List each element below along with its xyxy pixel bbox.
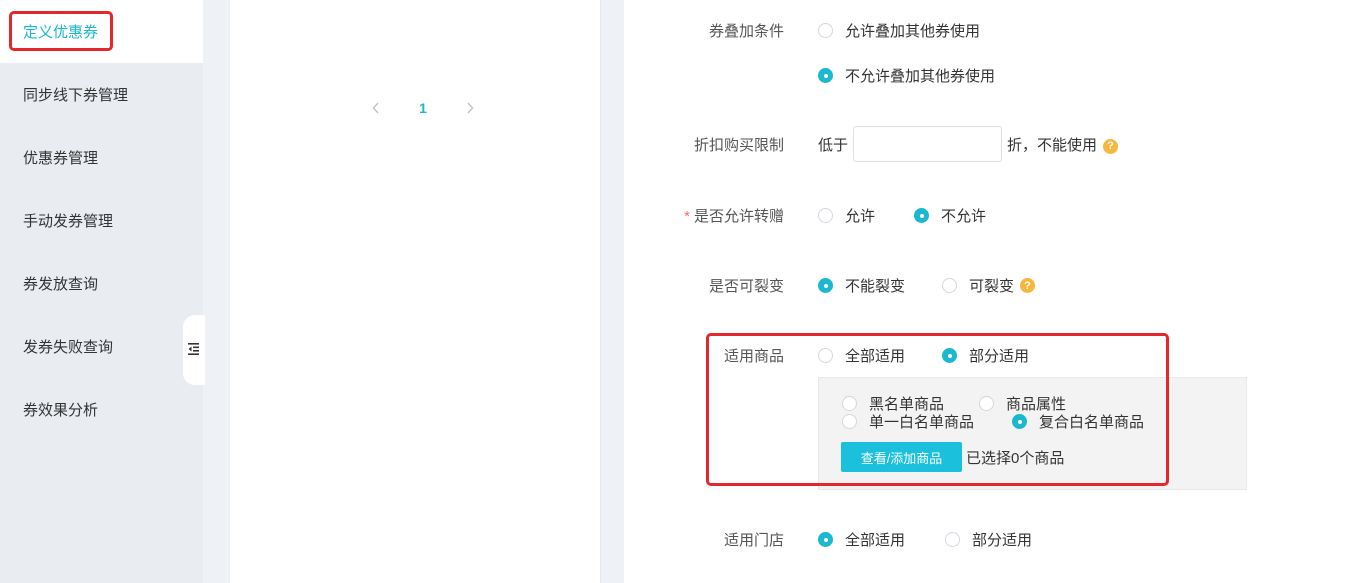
radio-goods-all[interactable]: 全部适用 [818,345,905,366]
radio-label: 部分适用 [969,348,1030,365]
radio-label: 不能裂变 [845,278,906,295]
sidebar-item-define-coupon[interactable]: 定义优惠券 [0,0,203,63]
radio-circle [842,414,857,429]
radio-circle-checked [942,348,957,363]
radio-fission[interactable]: 可裂变 ? [942,275,1036,296]
radio-label: 允许叠加其他券使用 [845,23,981,40]
sidebar-item-failure-query[interactable]: 发券失败查询 [0,315,203,378]
transfer-label: 是否允许转赠 [693,208,784,225]
radio-circle-checked [1012,414,1027,429]
list-panel: 1 [230,0,601,583]
radio-label: 允许 [845,208,876,225]
help-icon[interactable]: ? [1020,278,1036,293]
collapse-sidebar-button[interactable] [183,315,205,385]
radio-label: 不允许 [941,208,987,225]
gutter [601,0,624,583]
radio-stores-all[interactable]: 全部适用 [818,529,905,550]
transfer-label-group: * 是否允许转赠 [684,205,784,226]
sidebar-item-coupon-management[interactable]: 优惠券管理 [0,126,203,189]
sidebar-item-sync-offline[interactable]: 同步线下券管理 [0,63,203,126]
sidebar-item-label: 定义优惠券 [23,24,99,41]
radio-allow-stack[interactable]: 允许叠加其他券使用 [818,20,980,41]
required-mark: * [684,208,690,225]
sidebar-item-label: 券发放查询 [23,276,99,293]
radio-label: 复合白名单商品 [1039,414,1145,431]
radio-no-fission[interactable]: 不能裂变 [818,275,905,296]
radio-circle [818,348,833,363]
discount-suffix-group: 折，不能使用? [1007,134,1119,155]
sidebar-item-label: 优惠券管理 [23,150,99,167]
page-number[interactable]: 1 [419,100,427,116]
radio-label: 部分适用 [972,532,1033,549]
radio-circle-checked [818,532,833,547]
sidebar-item-manual-issue[interactable]: 手动发券管理 [0,189,203,252]
radio-stores-partial[interactable]: 部分适用 [945,529,1032,550]
radio-circle [945,532,960,547]
chevron-left-icon [372,102,379,114]
radio-circle [942,278,957,293]
radio-label: 单一白名单商品 [869,414,975,431]
radio-circle [818,208,833,223]
discount-prefix: 低于 [818,137,849,154]
sidebar: 定义优惠券 同步线下券管理 优惠券管理 手动发券管理 券发放查询 发券失败查询 … [0,0,203,583]
radio-allow-transfer[interactable]: 允许 [818,205,875,226]
goods-label: 适用商品 [723,348,784,365]
stack-condition-label: 券叠加条件 [708,23,784,40]
radio-compound-whitelist[interactable]: 复合白名单商品 [1012,411,1144,432]
discount-input[interactable] [853,126,1002,162]
radio-goods-partial[interactable]: 部分适用 [942,345,1029,366]
radio-circle [979,396,994,411]
radio-circle-checked [818,278,833,293]
radio-label: 全部适用 [845,532,906,549]
radio-circle-checked [818,68,833,83]
radio-label: 全部适用 [845,348,906,365]
chevron-right-icon [467,102,474,114]
sidebar-item-label: 券效果分析 [23,402,99,419]
radio-circle [818,23,833,38]
coupon-form: 券叠加条件 允许叠加其他券使用 不允许叠加其他券使用 折扣购买限制 低于 折，不… [624,0,1363,583]
collapse-menu-icon [188,342,200,359]
radio-disallow-transfer[interactable]: 不允许 [914,205,986,226]
view-add-goods-button[interactable]: 查看/添加商品 [841,442,962,472]
radio-label: 不允许叠加其他券使用 [845,68,996,85]
discount-suffix: 折，不能使用 [1007,137,1098,154]
next-page-button[interactable] [462,96,478,120]
radio-disallow-stack[interactable]: 不允许叠加其他券使用 [818,65,995,86]
discount-limit-label: 折扣购买限制 [693,137,784,154]
radio-single-whitelist[interactable]: 单一白名单商品 [842,411,974,432]
fission-label: 是否可裂变 [708,278,784,295]
prev-page-button[interactable] [368,96,384,120]
radio-label: 可裂变 [969,278,1015,295]
sidebar-item-label: 手动发券管理 [23,213,114,230]
pagination: 1 [368,96,478,120]
radio-circle [842,396,857,411]
sidebar-item-effect-analysis[interactable]: 券效果分析 [0,378,203,441]
sidebar-item-label: 发券失败查询 [23,339,114,356]
sidebar-item-label: 同步线下券管理 [23,87,129,104]
sidebar-item-issue-query[interactable]: 券发放查询 [0,252,203,315]
help-icon[interactable]: ? [1103,138,1119,154]
gutter [203,0,230,583]
radio-circle-checked [914,208,929,223]
selected-goods-count: 已选择0个商品 [966,450,1065,467]
stores-label: 适用门店 [723,532,784,549]
